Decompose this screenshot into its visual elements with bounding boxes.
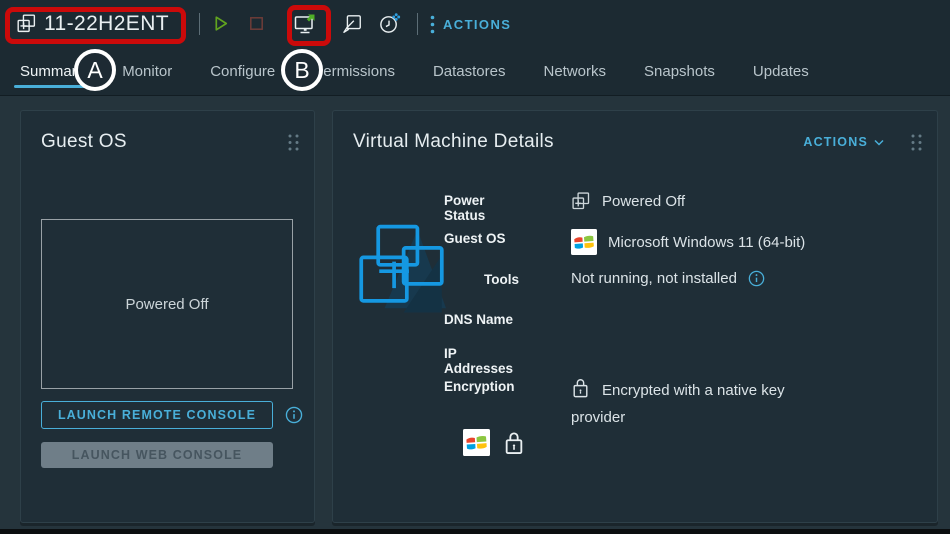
- info-icon[interactable]: [285, 406, 303, 424]
- tab-label: Permissions: [313, 63, 395, 80]
- launch-web-console-button: LAUNCH WEB CONSOLE: [41, 442, 273, 468]
- annotation-circle-a: A: [74, 49, 116, 91]
- tab-monitor[interactable]: Monitor: [122, 48, 172, 95]
- power-on-icon: [210, 16, 231, 37]
- ip-addresses-row: IP Addresses: [444, 344, 919, 377]
- schedule-task-icon: [378, 13, 401, 38]
- tab-configure[interactable]: Configure: [210, 48, 275, 95]
- toolbar-divider: [199, 13, 200, 35]
- launch-remote-console-button[interactable]: [293, 12, 317, 36]
- lock-icon: [571, 377, 590, 403]
- vm-status-badges: [463, 429, 525, 456]
- encryption-row: Encryption Encrypted with a native key p…: [444, 377, 919, 426]
- vsphere-client-window: 11-22H2ENT ACTIONS Summary Monitor Confi…: [0, 0, 950, 534]
- tab-snapshots[interactable]: Snapshots: [644, 48, 715, 95]
- tools-row: Tools Not running, not installed: [444, 270, 919, 310]
- launch-remote-console-button-card[interactable]: LAUNCH REMOTE CONSOLE: [41, 401, 273, 429]
- chevron-down-icon: [874, 139, 884, 146]
- guest-os-row: Guest OS Microsoft Windows 11 (64-bit): [444, 229, 919, 270]
- vm-header-bar: 11-22H2ENT ACTIONS: [0, 0, 950, 48]
- tab-updates[interactable]: Updates: [753, 48, 809, 95]
- tab-label: Updates: [752, 63, 809, 80]
- power-on-button[interactable]: [210, 13, 231, 34]
- dns-name-row: DNS Name: [444, 310, 919, 344]
- windows-logo-icon: [571, 229, 597, 255]
- actions-menu-button[interactable]: ACTIONS: [430, 0, 511, 48]
- vm-details-rows: Power Status Powered Off Guest OS Micros…: [444, 191, 919, 426]
- toolbar-divider: [417, 13, 418, 35]
- vm-icon: [571, 191, 591, 211]
- tools-value: Not running, not installed: [571, 270, 737, 287]
- actions-label: ACTIONS: [443, 16, 512, 32]
- lock-icon: [503, 430, 525, 456]
- dns-name-label: DNS Name: [444, 312, 514, 327]
- tab-datastores[interactable]: Datastores: [433, 48, 506, 95]
- power-status-row: Power Status Powered Off: [444, 191, 919, 229]
- edit-settings-icon: [341, 15, 363, 38]
- vm-icon: [16, 13, 37, 39]
- encryption-value-line1: Encrypted with a native key: [602, 381, 785, 399]
- annotation-letter-a: A: [87, 56, 103, 83]
- preview-status-text: Powered Off: [125, 295, 209, 313]
- console-preview[interactable]: Powered Off: [41, 219, 293, 389]
- tab-networks[interactable]: Networks: [544, 48, 607, 95]
- launch-remote-console-icon: [293, 14, 317, 39]
- vm-tabbar: Summary Monitor Configure Permissions Da…: [0, 48, 950, 96]
- windows-logo-icon: [463, 429, 490, 456]
- tools-label: Tools: [484, 272, 519, 287]
- power-status-value: Powered Off: [602, 192, 686, 210]
- encryption-value-line2: provider: [571, 409, 626, 426]
- power-off-icon: [247, 17, 266, 36]
- tab-label: Networks: [543, 63, 607, 80]
- power-status-label: Power Status: [444, 193, 486, 223]
- drag-handle-icon[interactable]: [910, 133, 923, 152]
- tab-label: Snapshots: [644, 63, 715, 80]
- vm-name: 11-22H2ENT: [44, 12, 169, 35]
- annotation-letter-b: B: [294, 56, 310, 83]
- drag-handle-icon[interactable]: [287, 133, 300, 152]
- details-actions-button[interactable]: ACTIONS: [803, 135, 884, 149]
- tab-label: Datastores: [432, 63, 506, 80]
- schedule-task-button[interactable]: [378, 12, 401, 35]
- annotation-circle-b: B: [281, 49, 323, 91]
- details-actions-label: ACTIONS: [803, 135, 868, 149]
- guest-os-card: Guest OS Powered Off LAUNCH REMOTE CONSO…: [20, 110, 315, 523]
- guest-os-value: Microsoft Windows 11 (64-bit): [608, 233, 806, 251]
- edit-settings-button[interactable]: [341, 13, 363, 35]
- power-off-button[interactable]: [247, 14, 266, 33]
- guest-os-card-title: Guest OS: [41, 131, 127, 152]
- encryption-label: Encryption: [444, 379, 515, 394]
- tab-label: Configure: [210, 63, 276, 80]
- vm-details-card: Virtual Machine Details ACTIONS Power St…: [332, 110, 938, 523]
- ip-addresses-label: IP Addresses: [444, 346, 514, 376]
- ellipsis-icon: [430, 15, 435, 34]
- tab-label: Monitor: [122, 63, 173, 80]
- tab-permissions[interactable]: Permissions: [313, 48, 395, 95]
- info-icon[interactable]: [748, 270, 765, 287]
- vm-details-card-title: Virtual Machine Details: [353, 131, 554, 152]
- guest-os-label: Guest OS: [444, 231, 506, 246]
- screenshot-bottom-edge: [0, 529, 950, 534]
